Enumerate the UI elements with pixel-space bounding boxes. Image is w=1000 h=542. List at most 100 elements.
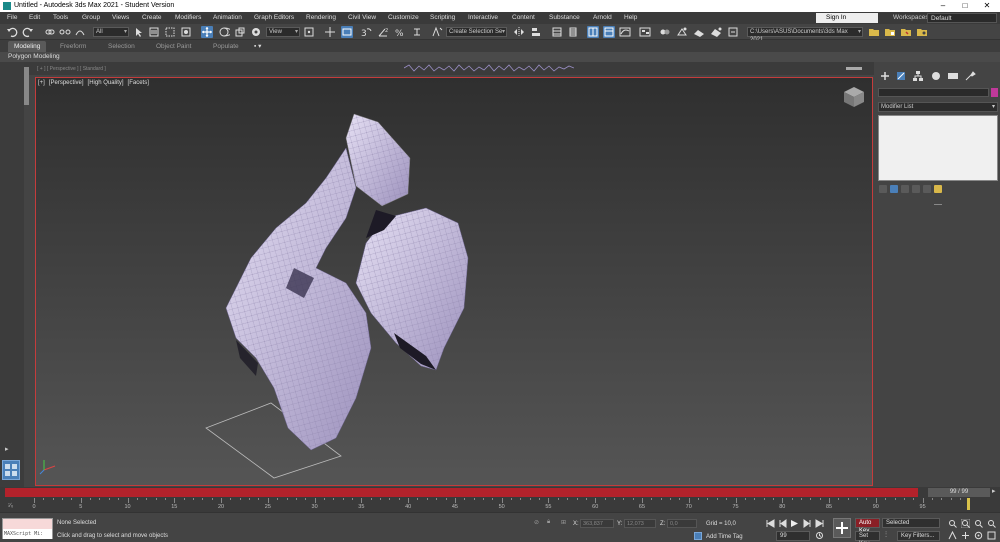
- ribbon-options-icon[interactable]: ▪ ▾: [254, 41, 261, 52]
- tab-freeform[interactable]: Freeform: [60, 41, 86, 52]
- maxscript-input[interactable]: [3, 519, 52, 529]
- auto-key-button[interactable]: Auto Key: [855, 518, 880, 534]
- tab-modeling[interactable]: Modeling: [8, 41, 47, 52]
- track-strip-scrollbar[interactable]: [846, 67, 862, 70]
- add-time-tag[interactable]: Add Time Tag: [706, 534, 743, 540]
- project-set-icon[interactable]: [900, 26, 912, 38]
- hierarchy-tab-icon[interactable]: [912, 70, 924, 82]
- menu-help[interactable]: Help: [624, 12, 637, 24]
- polygon-modeling-panel[interactable]: Polygon Modeling: [0, 52, 1000, 62]
- key-filters-button[interactable]: Key Filters...: [897, 531, 940, 541]
- zoom-all-icon[interactable]: [960, 518, 971, 529]
- bind-space-warp-icon[interactable]: [74, 26, 86, 38]
- close-button[interactable]: ✕: [976, 0, 998, 12]
- render-setup-icon[interactable]: [676, 26, 688, 38]
- menu-rendering[interactable]: Rendering: [306, 12, 336, 24]
- menu-edit[interactable]: Edit: [29, 12, 40, 24]
- reference-coordinate-dropdown[interactable]: View: [266, 27, 300, 37]
- selection-filter-dropdown[interactable]: All: [93, 27, 129, 37]
- tab-object-paint[interactable]: Object Paint: [156, 41, 191, 52]
- rendered-frame-window-icon[interactable]: [693, 26, 705, 38]
- select-and-place-icon[interactable]: [250, 26, 262, 38]
- previous-frame-icon[interactable]: [778, 519, 787, 528]
- utilities-tab-icon[interactable]: [964, 70, 976, 82]
- menu-graph-editors[interactable]: Graph Editors: [254, 12, 294, 24]
- curve-editor-icon[interactable]: [619, 26, 631, 38]
- viewport-quality[interactable]: [High Quality]: [88, 80, 124, 86]
- zoom-icon[interactable]: [948, 519, 957, 528]
- menu-group[interactable]: Group: [82, 12, 100, 24]
- edit-named-selection-icon[interactable]: [431, 26, 443, 38]
- current-frame-field[interactable]: 99: [776, 531, 810, 541]
- display-tab-icon[interactable]: [947, 70, 959, 82]
- show-end-result-icon[interactable]: [890, 185, 898, 193]
- key-filter-selection-dropdown[interactable]: Selected: [882, 518, 940, 528]
- time-slider[interactable]: 99 / 99 ▸: [0, 487, 1000, 498]
- modifier-sets-icon[interactable]: [934, 185, 942, 193]
- layer-explorer-icon[interactable]: [567, 26, 579, 38]
- viewport-point-of-view[interactable]: [Perspective]: [49, 80, 84, 86]
- menu-arnold[interactable]: Arnold: [593, 12, 612, 24]
- menu-interactive[interactable]: Interactive: [468, 12, 498, 24]
- object-color-swatch[interactable]: [991, 88, 998, 97]
- material-editor-icon[interactable]: [659, 26, 671, 38]
- create-tab-icon[interactable]: [879, 70, 891, 82]
- viewcube-icon[interactable]: [842, 85, 866, 109]
- select-and-rotate-icon[interactable]: [218, 26, 233, 38]
- selection-lock-icon[interactable]: 🔒︎: [547, 519, 550, 526]
- viewport-layout-scrollbar[interactable]: [24, 67, 29, 105]
- absolute-mode-icon[interactable]: ⊞: [561, 519, 566, 526]
- orbit-icon[interactable]: [974, 531, 983, 540]
- menu-civil-view[interactable]: Civil View: [348, 12, 376, 24]
- goto-start-icon[interactable]: [766, 519, 775, 528]
- twisted-mesh-object[interactable]: [196, 108, 516, 488]
- spinner-snap-icon[interactable]: [411, 26, 423, 38]
- render-in-cloud-icon[interactable]: [727, 26, 739, 38]
- minimize-button[interactable]: –: [932, 0, 954, 12]
- viewport-menu-plus[interactable]: [+]: [38, 80, 45, 86]
- percent-snap-icon[interactable]: %: [394, 26, 406, 39]
- x-coord-field[interactable]: 363,837: [580, 519, 614, 528]
- schematic-view-icon[interactable]: [639, 26, 651, 38]
- angle-snap-icon[interactable]: 2: [377, 26, 389, 38]
- viewport-shading[interactable]: [Facets]: [128, 80, 149, 86]
- workspace-dropdown[interactable]: Default: [927, 13, 997, 23]
- remove-modifier-icon[interactable]: [912, 185, 920, 193]
- keyboard-shortcut-override-icon[interactable]: [341, 26, 353, 38]
- expand-layout-icon[interactable]: ▸: [5, 445, 15, 455]
- maximize-button[interactable]: □: [954, 0, 976, 12]
- time-tag-icon[interactable]: [694, 532, 702, 540]
- toggle-ribbon-icon[interactable]: [603, 26, 615, 38]
- pivot-center-icon[interactable]: [303, 26, 315, 38]
- menu-animation[interactable]: Animation: [213, 12, 242, 24]
- zoom-extents-all-icon[interactable]: [987, 519, 996, 528]
- menu-views[interactable]: Views: [112, 12, 129, 24]
- menu-content[interactable]: Content: [512, 12, 535, 24]
- zoom-extents-icon[interactable]: [974, 519, 983, 528]
- play-icon[interactable]: [790, 519, 799, 528]
- maximize-viewport-icon[interactable]: [987, 531, 996, 540]
- tab-selection[interactable]: Selection: [108, 41, 135, 52]
- redo-icon[interactable]: [22, 26, 34, 38]
- set-key-large-button[interactable]: [833, 518, 851, 538]
- render-production-icon[interactable]: [710, 26, 722, 38]
- project-folder-icon[interactable]: [868, 26, 880, 38]
- set-key-button[interactable]: Set Key: [855, 531, 880, 542]
- motion-tab-icon[interactable]: [930, 70, 942, 82]
- modifier-list-dropdown[interactable]: Modifier List: [878, 102, 998, 112]
- isolate-selection-icon[interactable]: ⊘: [534, 519, 539, 526]
- perspective-viewport[interactable]: [+] [Perspective] [High Quality] [Facets]: [35, 77, 873, 486]
- next-frame-icon[interactable]: [803, 519, 812, 528]
- y-coord-field[interactable]: 12,073: [624, 519, 656, 528]
- frame-indicator[interactable]: 99 / 99: [928, 488, 990, 497]
- viewport-layout-tab[interactable]: [2, 460, 20, 480]
- menu-file[interactable]: File: [7, 12, 17, 24]
- pin-stack-icon[interactable]: [879, 185, 887, 193]
- modifier-stack[interactable]: [878, 115, 998, 181]
- configure-modifier-sets-icon[interactable]: [923, 185, 931, 193]
- z-coord-field[interactable]: 0,0: [667, 519, 697, 528]
- align-icon[interactable]: [530, 26, 542, 38]
- select-by-name-icon[interactable]: [148, 26, 160, 38]
- maxscript-label[interactable]: MAXScript Mi:: [3, 529, 52, 539]
- time-slider-next-icon[interactable]: ▸: [992, 487, 996, 495]
